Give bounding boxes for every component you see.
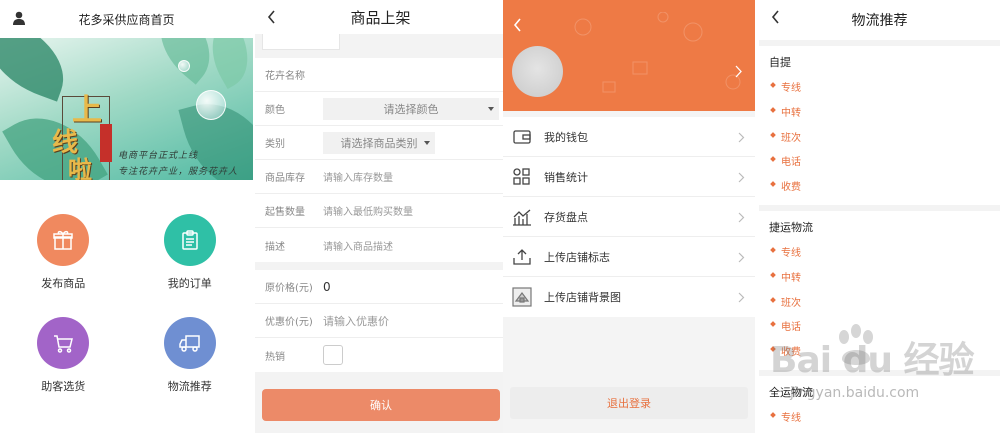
menu-wallet[interactable]: 我的钱包 xyxy=(503,117,755,157)
option-item[interactable]: 中转 xyxy=(769,269,1000,294)
option-item[interactable]: 专线 xyxy=(769,409,1000,433)
chevron-right-icon xyxy=(738,132,745,143)
category-row: 类别 请选择商品类别 xyxy=(255,126,506,160)
cart-icon xyxy=(54,335,74,353)
option-item[interactable]: 收费 xyxy=(769,178,1000,203)
profile-menu: 我的钱包 销售统计 存货盘点 上传店铺标志 上传店铺背景图 xyxy=(503,117,755,317)
banner-tagline-1: 电商平台正式上线 xyxy=(118,151,199,161)
clipboard-icon xyxy=(182,230,198,250)
option-item[interactable]: 专线 xyxy=(769,79,1000,104)
truck-icon xyxy=(179,335,200,352)
profile-header xyxy=(503,0,755,111)
home-grid: 发布商品 我的订单 助客选货 物流推荐 xyxy=(0,180,253,394)
listing-title: 商品上架 xyxy=(350,8,411,27)
publish-product-button[interactable]: 发布商品 xyxy=(0,214,127,291)
menu-upload-logo[interactable]: 上传店铺标志 xyxy=(503,237,755,277)
section-jieyun: 捷运物流 专线 中转 班次 电话 收费 xyxy=(759,210,1000,370)
min-qty-input[interactable]: 请输入最低购买数量 xyxy=(323,203,413,218)
discount-row[interactable]: 优惠价(元) 请输入优惠价 xyxy=(255,304,506,338)
flower-name-row[interactable]: 花卉名称 xyxy=(255,58,506,92)
description-input[interactable]: 请输入商品描述 xyxy=(323,238,393,253)
my-orders-button[interactable]: 我的订单 xyxy=(127,214,254,291)
listing-form-main: 花卉名称 颜色 请选择颜色 类别 请选择商品类别 商品库存 请输入库存数量 起售… xyxy=(255,58,506,262)
grid-icon xyxy=(513,167,530,185)
price-row[interactable]: 原价格(元) 0 xyxy=(255,270,506,304)
option-item[interactable]: 收费 xyxy=(769,343,1000,368)
color-select[interactable]: 请选择颜色 xyxy=(323,97,499,120)
logistics-screen: 物流推荐 自提 专线 中转 班次 电话 收费 捷运物流 专线 中转 班次 电话 … xyxy=(759,0,1000,433)
stock-input[interactable]: 请输入库存数量 xyxy=(323,169,393,184)
chevron-right-icon xyxy=(738,212,745,223)
menu-upload-background[interactable]: 上传店铺背景图 xyxy=(503,277,755,317)
page-title: 花多采供应商首页 xyxy=(78,12,175,27)
logistics-recommend-button[interactable]: 物流推荐 xyxy=(127,317,254,394)
discount-input[interactable]: 请输入优惠价 xyxy=(323,313,389,329)
seal-stamp xyxy=(100,124,112,162)
option-item[interactable]: 中转 xyxy=(769,104,1000,129)
chart-icon xyxy=(513,209,531,226)
assist-selection-button[interactable]: 助客选货 xyxy=(0,317,127,394)
menu-inventory[interactable]: 存货盘点 xyxy=(503,197,755,237)
chevron-right-icon xyxy=(738,172,745,183)
section-self-pickup: 自提 专线 中转 班次 电话 收费 xyxy=(759,46,1000,205)
upload-icon xyxy=(513,248,531,265)
home-header: 花多采供应商首页 xyxy=(0,0,253,38)
chevron-right-icon xyxy=(738,252,745,263)
wallet-icon xyxy=(513,129,531,144)
description-row[interactable]: 描述 请输入商品描述 xyxy=(255,228,506,262)
section-quanyun: 全运物流 专线 xyxy=(759,375,1000,433)
chevron-down-icon xyxy=(424,140,430,145)
chevron-right-icon xyxy=(738,292,745,303)
back-icon[interactable] xyxy=(513,18,522,32)
logistics-header: 物流推荐 xyxy=(759,0,1000,40)
hot-checkbox[interactable] xyxy=(323,345,343,365)
profile-screen: 我的钱包 销售统计 存货盘点 上传店铺标志 上传店铺背景图 退出登录 xyxy=(503,0,755,433)
back-icon[interactable] xyxy=(771,10,780,24)
avatar[interactable] xyxy=(512,46,563,97)
banner-tagline-2: 专注花卉产业，服务花卉人 xyxy=(118,167,239,177)
chevron-right-icon[interactable] xyxy=(735,65,743,78)
promo-banner[interactable]: 上 线 啦 电商平台正式上线 专注花卉产业，服务花卉人 xyxy=(0,38,253,180)
stock-row[interactable]: 商品库存 请输入库存数量 xyxy=(255,160,506,194)
option-item[interactable]: 班次 xyxy=(769,294,1000,319)
logistics-title: 物流推荐 xyxy=(851,13,908,29)
home-screen: 花多采供应商首页 上 线 啦 电商平台正式上线 专注花卉产业，服务花卉人 发布商… xyxy=(0,0,253,433)
option-item[interactable]: 专线 xyxy=(769,244,1000,269)
gift-icon xyxy=(53,230,73,250)
listing-screen: 商品上架 花卉名称 颜色 请选择颜色 类别 请选择商品类别 商品库存 请输入库存… xyxy=(255,0,506,433)
image-upload-stub[interactable] xyxy=(262,34,340,50)
user-icon[interactable] xyxy=(12,11,26,25)
listing-header: 商品上架 xyxy=(255,0,506,34)
price-input[interactable]: 0 xyxy=(323,280,331,294)
image-icon xyxy=(512,287,532,307)
category-select[interactable]: 请选择商品类别 xyxy=(323,131,435,154)
pattern-decoration xyxy=(574,12,741,93)
color-row: 颜色 请选择颜色 xyxy=(255,92,506,126)
banner-headline: 上 xyxy=(72,93,102,128)
hot-row: 热销 xyxy=(255,338,506,372)
option-item[interactable]: 电话 xyxy=(769,318,1000,343)
min-qty-row[interactable]: 起售数量 请输入最低购买数量 xyxy=(255,194,506,228)
listing-form-price: 原价格(元) 0 优惠价(元) 请输入优惠价 热销 xyxy=(255,270,506,372)
logout-button[interactable]: 退出登录 xyxy=(510,387,748,419)
option-item[interactable]: 班次 xyxy=(769,129,1000,154)
menu-sales-stats[interactable]: 销售统计 xyxy=(503,157,755,197)
confirm-button[interactable]: 确认 xyxy=(262,389,500,421)
option-item[interactable]: 电话 xyxy=(769,153,1000,178)
chevron-down-icon xyxy=(488,106,494,111)
back-icon[interactable] xyxy=(267,10,276,24)
